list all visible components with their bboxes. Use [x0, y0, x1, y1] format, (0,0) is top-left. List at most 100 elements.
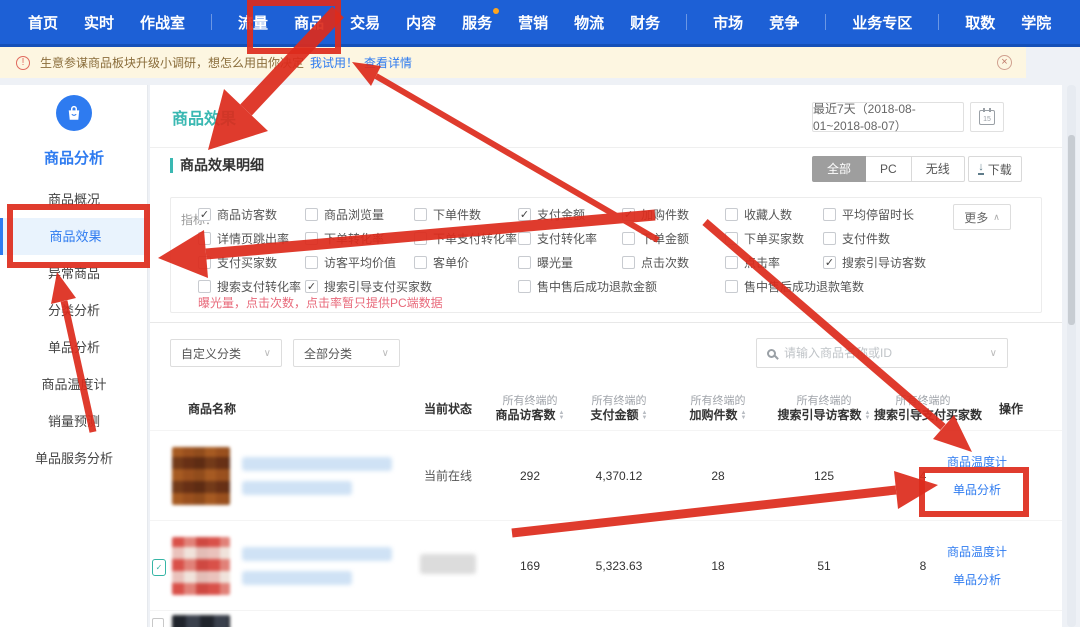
nav-item-内容[interactable]: 内容: [406, 12, 436, 33]
checkbox-icon: [725, 208, 738, 221]
metric-checkbox-支付金额[interactable]: ✓支付金额: [518, 206, 585, 223]
metric-checkbox-售中售后成功退款笔数[interactable]: 售中售后成功退款笔数: [725, 278, 864, 295]
section-title: 商品效果明细: [180, 155, 264, 175]
nav-item-物流[interactable]: 物流: [574, 12, 604, 33]
close-icon[interactable]: ×: [997, 55, 1012, 70]
divider: [150, 322, 1062, 323]
metric-label: 商品浏览量: [324, 206, 384, 223]
nav-item-服务[interactable]: 服务: [462, 12, 492, 33]
tab-全部[interactable]: 全部: [812, 156, 866, 182]
sidebar-item-商品温度计[interactable]: 商品温度计: [0, 366, 148, 403]
column-super-label: 所有终端的: [484, 395, 576, 408]
action-link-商品温度计[interactable]: 商品温度计: [947, 453, 1007, 470]
metric-checkbox-下单买家数[interactable]: 下单买家数: [725, 230, 804, 247]
metric-checkbox-点击率[interactable]: 点击率: [725, 254, 780, 271]
action-link-商品温度计[interactable]: 商品温度计: [947, 543, 1007, 560]
sort-carets-icon[interactable]: ▲▼: [865, 411, 871, 421]
nav-item-商品[interactable]: 商品: [294, 12, 324, 33]
scrollbar-thumb[interactable]: [1068, 135, 1075, 325]
tab-无线[interactable]: 无线: [912, 156, 965, 182]
nav-item-学院[interactable]: 学院: [1021, 12, 1051, 33]
date-range-selector[interactable]: 最近7天（2018-08-01~2018-08-07）: [812, 102, 964, 132]
metric-checkbox-点击次数[interactable]: 点击次数: [622, 254, 689, 271]
metric-checkbox-收藏人数[interactable]: 收藏人数: [725, 206, 792, 223]
sidebar: 商品分析 商品概况商品效果异常商品分类分析单品分析商品温度计销量预测单品服务分析: [0, 85, 148, 627]
all-category-select[interactable]: 全部分类 ∨: [293, 339, 400, 367]
checkbox-icon: [518, 256, 531, 269]
metric-label: 曝光量: [537, 254, 573, 271]
metric-checkbox-搜索引导支付买家数[interactable]: ✓搜索引导支付买家数: [305, 278, 432, 295]
nav-item-竞争[interactable]: 竞争: [769, 12, 799, 33]
sidebar-item-销量预测[interactable]: 销量预测: [0, 403, 148, 440]
date-range-text: 最近7天（2018-08-01~2018-08-07）: [813, 100, 963, 134]
row-checkbox-icon[interactable]: [152, 618, 164, 627]
metric-label: 详情页跳出率: [217, 230, 289, 247]
metric-checkbox-加购件数[interactable]: ✓加购件数: [622, 206, 689, 223]
actions-cell: 商品温度计单品分析: [938, 453, 1016, 498]
checkbox-icon: [725, 232, 738, 245]
sidebar-item-商品概况[interactable]: 商品概况: [0, 181, 148, 218]
sidebar-item-单品服务分析[interactable]: 单品服务分析: [0, 440, 148, 477]
nav-item-取数[interactable]: 取数: [965, 12, 995, 33]
column-super-label: 所有终端的: [874, 395, 972, 408]
sidebar-item-分类分析[interactable]: 分类分析: [0, 292, 148, 329]
chevron-down-icon: ∨: [382, 348, 389, 359]
metric-checkbox-下单支付转化率[interactable]: 下单支付转化率: [414, 230, 517, 247]
nav-item-业务专区[interactable]: 业务专区: [852, 12, 912, 33]
value-cell: 5,323.63: [576, 559, 662, 573]
metric-checkbox-支付件数[interactable]: 支付件数: [823, 230, 890, 247]
action-link-单品分析[interactable]: 单品分析: [953, 481, 1001, 498]
section-accent-bar: [170, 158, 173, 173]
sidebar-item-商品效果[interactable]: 商品效果: [0, 218, 148, 255]
sort-carets-icon[interactable]: ▲▼: [741, 411, 747, 421]
sidebar-item-异常商品[interactable]: 异常商品: [0, 255, 148, 292]
custom-category-select[interactable]: 自定义分类 ∨: [170, 339, 282, 367]
metric-checkbox-搜索引导访客数[interactable]: ✓搜索引导访客数: [823, 254, 926, 271]
section-header: 商品效果明细: [170, 155, 264, 175]
tab-PC[interactable]: PC: [866, 156, 912, 182]
mobile-check-icon: ✓: [152, 559, 166, 576]
sidebar-item-单品分析[interactable]: 单品分析: [0, 329, 148, 366]
sidebar-group-title: 商品分析: [0, 147, 148, 168]
more-metrics-button[interactable]: 更多 ∧: [953, 204, 1011, 230]
column-super-label: 所有终端的: [576, 395, 662, 408]
nav-item-作战室[interactable]: 作战室: [140, 12, 185, 33]
metric-checkbox-访客平均价值[interactable]: 访客平均价值: [305, 254, 396, 271]
metric-checkbox-曝光量[interactable]: 曝光量: [518, 254, 573, 271]
checkbox-icon: [725, 256, 738, 269]
metric-label: 访客平均价值: [324, 254, 396, 271]
checkbox-icon: [198, 256, 211, 269]
calendar-button[interactable]: 15: [970, 102, 1004, 132]
metric-checkbox-下单金额[interactable]: 下单金额: [622, 230, 689, 247]
metric-checkbox-支付转化率[interactable]: 支付转化率: [518, 230, 597, 247]
search-input[interactable]: [784, 346, 982, 360]
nav-item-交易[interactable]: 交易: [350, 12, 380, 33]
metric-checkbox-商品访客数[interactable]: ✓商品访客数: [198, 206, 277, 223]
notice-detail-link[interactable]: 查看详情: [364, 54, 412, 71]
action-link-单品分析[interactable]: 单品分析: [953, 571, 1001, 588]
nav-item-财务[interactable]: 财务: [630, 12, 660, 33]
download-button[interactable]: ↓ 下载: [968, 156, 1022, 182]
column-super-label: 所有终端的: [774, 395, 874, 408]
nav-item-首页[interactable]: 首页: [28, 12, 58, 33]
nav-item-营销[interactable]: 营销: [518, 12, 548, 33]
sort-carets-icon[interactable]: ▲▼: [559, 411, 565, 421]
sort-carets-icon[interactable]: ▲▼: [642, 411, 648, 421]
column-label: 当前状态: [412, 402, 484, 417]
notice-cta-link[interactable]: 我试用！: [310, 54, 358, 71]
value-cell: 28: [662, 469, 774, 483]
metric-checkbox-搜索支付转化率[interactable]: 搜索支付转化率: [198, 278, 301, 295]
metric-label: 搜索支付转化率: [217, 278, 301, 295]
checkbox-icon: ✓: [518, 208, 531, 221]
metric-checkbox-客单价[interactable]: 客单价: [414, 254, 469, 271]
metric-checkbox-支付买家数[interactable]: 支付买家数: [198, 254, 277, 271]
metric-checkbox-平均停留时长[interactable]: 平均停留时长: [823, 206, 914, 223]
nav-item-流量[interactable]: 流量: [238, 12, 268, 33]
nav-item-实时[interactable]: 实时: [84, 12, 114, 33]
metric-checkbox-详情页跳出率[interactable]: 详情页跳出率: [198, 230, 289, 247]
metric-checkbox-商品浏览量[interactable]: 商品浏览量: [305, 206, 384, 223]
metric-checkbox-下单件数[interactable]: 下单件数: [414, 206, 481, 223]
metric-checkbox-售中售后成功退款金额[interactable]: 售中售后成功退款金额: [518, 278, 657, 295]
metric-checkbox-下单转化率[interactable]: 下单转化率: [305, 230, 384, 247]
nav-item-市场[interactable]: 市场: [713, 12, 743, 33]
